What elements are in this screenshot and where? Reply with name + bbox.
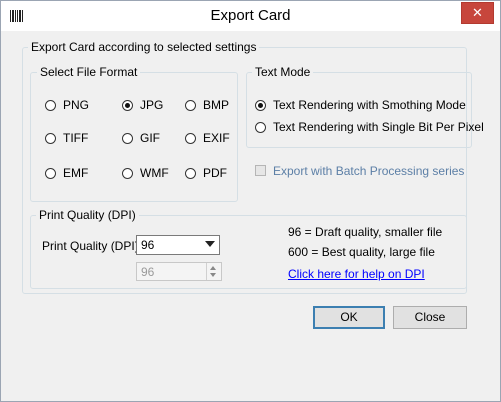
radio-gif-circle[interactable] <box>122 132 133 144</box>
format-label-exif: EXIF <box>203 131 230 145</box>
close-button[interactable]: Close <box>393 306 467 329</box>
format-radio-tiff[interactable]: TIFF <box>45 131 88 145</box>
file-format-legend: Select File Format <box>37 65 141 79</box>
spin-down-icon <box>210 273 216 277</box>
format-label-bmp: BMP <box>203 98 230 112</box>
dpi-hint-draft: 96 = Draft quality, smaller file <box>288 225 443 239</box>
radio-jpg-circle[interactable] <box>122 99 133 111</box>
format-label-emf: EMF <box>63 166 89 180</box>
radio-emf-circle[interactable] <box>45 167 56 179</box>
radio-wmf-circle[interactable] <box>122 167 133 179</box>
print-quality-select[interactable]: 96 <box>136 235 220 255</box>
text-mode-radio-smoothing[interactable]: Text Rendering with Smothing Mode <box>255 98 466 112</box>
window-title: Export Card <box>210 7 291 24</box>
close-window-button[interactable]: ✕ <box>461 2 494 24</box>
radio-pdf-circle[interactable] <box>185 167 196 179</box>
print-quality-legend: Print Quality (DPI) <box>36 208 139 222</box>
title-bar[interactable]: Export Card ✕ <box>1 1 500 31</box>
dpi-spin-buttons <box>206 263 221 280</box>
dialog-body: Export Card according to selected settin… <box>8 32 493 394</box>
print-quality-selected-value: 96 <box>141 238 155 252</box>
format-radio-png[interactable]: PNG <box>45 98 89 112</box>
radio-smoothing-circle[interactable] <box>255 99 266 111</box>
radio-tiff-circle[interactable] <box>45 132 56 144</box>
format-radio-jpg[interactable]: JPG <box>122 98 163 112</box>
format-label-tiff: TIFF <box>63 131 89 145</box>
export-card-dialog: Export Card ✕ Export Card according to s… <box>0 0 501 402</box>
batch-processing-checkbox[interactable] <box>255 165 266 176</box>
dpi-spin-value: 96 <box>141 265 155 279</box>
radio-png-circle[interactable] <box>45 99 56 111</box>
text-mode-radio-single-bit[interactable]: Text Rendering with Single Bit Per Pixel <box>255 120 484 134</box>
format-radio-gif[interactable]: GIF <box>122 131 160 145</box>
text-mode-legend: Text Mode <box>252 65 314 79</box>
ok-button[interactable]: OK <box>313 306 385 329</box>
spin-up-icon <box>210 266 216 270</box>
format-label-jpg: JPG <box>140 98 164 112</box>
text-mode-label-smoothing: Text Rendering with Smothing Mode <box>273 98 466 112</box>
dpi-hint-best: 600 = Best quality, large file <box>288 245 435 259</box>
close-icon: ✕ <box>472 5 483 20</box>
export-settings-legend: Export Card according to selected settin… <box>28 40 260 54</box>
format-label-pdf: PDF <box>203 166 227 180</box>
radio-exif-circle[interactable] <box>185 132 196 144</box>
radio-bmp-circle[interactable] <box>185 99 196 111</box>
format-radio-exif[interactable]: EXIF <box>185 131 230 145</box>
dpi-spin-box: 96 <box>136 262 222 281</box>
format-radio-wmf[interactable]: WMF <box>122 166 169 180</box>
batch-processing-label: Export with Batch Processing series <box>273 164 465 178</box>
radio-single-bit-circle[interactable] <box>255 121 266 133</box>
format-radio-pdf[interactable]: PDF <box>185 166 227 180</box>
format-label-wmf: WMF <box>140 166 169 180</box>
dpi-help-link[interactable]: Click here for help on DPI <box>288 267 425 281</box>
format-radio-bmp[interactable]: BMP <box>185 98 229 112</box>
chevron-down-icon <box>205 241 215 247</box>
text-mode-label-single-bit: Text Rendering with Single Bit Per Pixel <box>273 120 484 134</box>
format-radio-emf[interactable]: EMF <box>45 166 88 180</box>
print-quality-label: Print Quality (DPI) : <box>42 239 146 253</box>
format-label-png: PNG <box>63 98 90 112</box>
format-label-gif: GIF <box>140 131 160 145</box>
